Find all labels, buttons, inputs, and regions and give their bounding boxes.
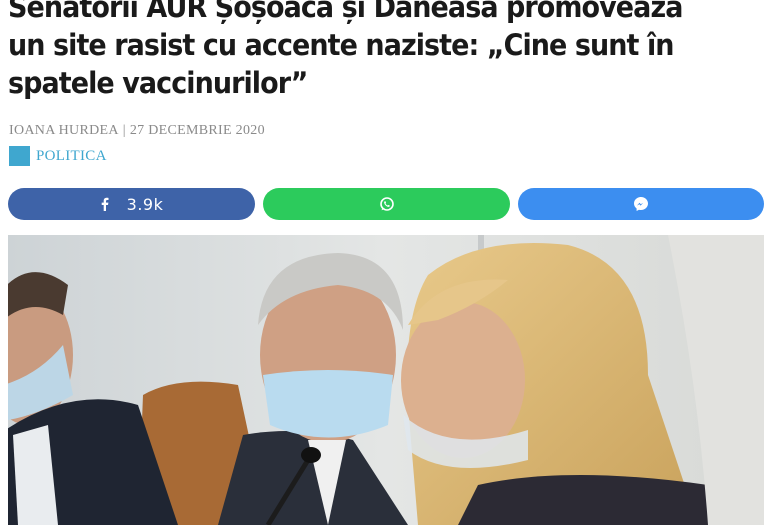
whatsapp-icon bbox=[379, 196, 395, 212]
share-buttons: 3.9k bbox=[8, 188, 764, 220]
publish-date: 27 DECEMBRIE 2020 bbox=[129, 123, 265, 138]
author-name[interactable]: IOANA HURDEA bbox=[9, 123, 119, 138]
messenger-icon bbox=[633, 196, 649, 212]
messenger-share-button[interactable] bbox=[518, 188, 764, 220]
category-tag[interactable]: POLITICA bbox=[9, 146, 107, 166]
whatsapp-share-button[interactable] bbox=[263, 188, 510, 220]
facebook-share-count: 3.9k bbox=[126, 194, 164, 214]
category-label[interactable]: POLITICA bbox=[36, 148, 107, 165]
article-photo bbox=[8, 235, 764, 525]
facebook-share-button[interactable]: 3.9k bbox=[8, 188, 255, 220]
article-headline: Senatorii AUR Șoșoacă și Dăneasă promove… bbox=[8, 0, 683, 100]
category-square-icon bbox=[9, 146, 30, 166]
facebook-icon bbox=[100, 197, 109, 211]
meta-separator: | bbox=[122, 123, 126, 138]
article-meta: IOANA HURDEA | 27 DECEMBRIE 2020 bbox=[9, 123, 265, 139]
